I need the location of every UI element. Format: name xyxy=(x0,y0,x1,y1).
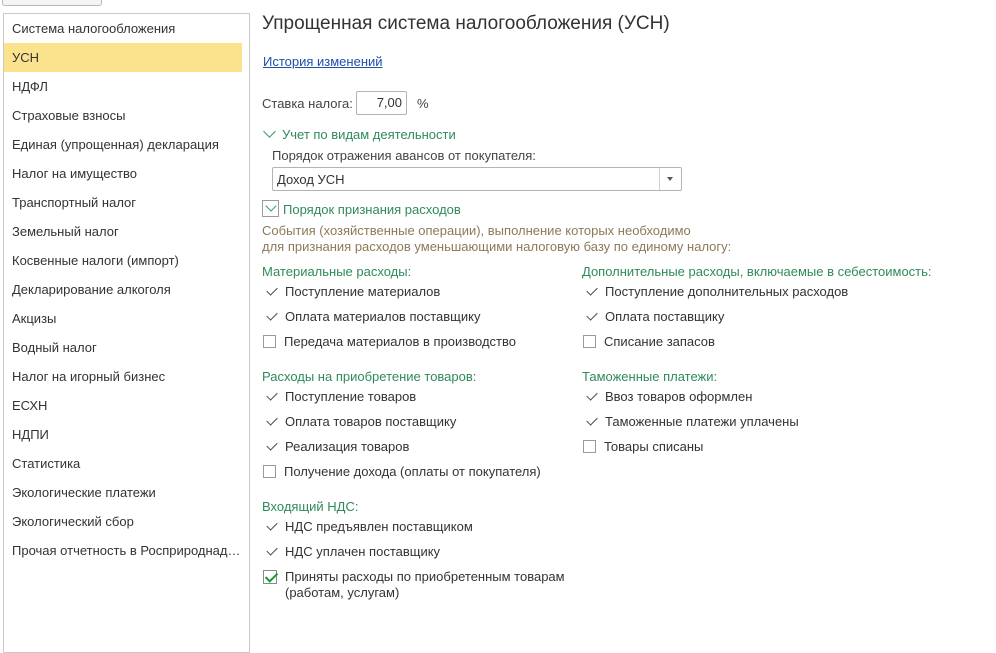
item-label-line: Приняты расходы по приобретенным товарам xyxy=(285,569,565,584)
toolbar-button-partial[interactable] xyxy=(2,0,102,6)
check-icon xyxy=(266,309,278,321)
item-label: Реализация товаров xyxy=(285,439,410,454)
vat-group-title: Входящий НДС: xyxy=(262,499,359,514)
page-title: Упрощенная система налогообложения (УСН) xyxy=(262,13,670,34)
sidebar-item-alcohol[interactable]: Декларирование алкоголя xyxy=(4,275,242,304)
sidebar-item-indirect-taxes[interactable]: Косвенные налоги (импорт) xyxy=(4,246,242,275)
check-icon xyxy=(586,414,598,426)
item-label: НДС уплачен поставщику xyxy=(285,544,441,559)
sidebar-item-gambling-tax[interactable]: Налог на игорный бизнес xyxy=(4,362,242,391)
check-icon xyxy=(266,284,278,296)
additional-item-receipt[interactable]: Поступление дополнительных расходов xyxy=(582,284,848,300)
sidebar-nav: Система налогообложения УСН НДФЛ Страхов… xyxy=(3,13,250,653)
sidebar-item-tax-system[interactable]: Система налогообложения xyxy=(4,14,242,43)
check-icon xyxy=(266,544,278,556)
advance-order-value: Доход УСН xyxy=(277,172,345,187)
expenses-description-line: для признания расходов уменьшающими нало… xyxy=(262,239,732,254)
sidebar-item-eco-fee[interactable]: Экологический сбор xyxy=(4,507,242,536)
item-label: Списание запасов xyxy=(604,334,715,349)
additional-item-payment[interactable]: Оплата поставщику xyxy=(582,309,724,325)
item-label: Ввоз товаров оформлен xyxy=(605,389,753,404)
chevron-down-icon xyxy=(263,125,276,138)
sidebar-item-ndfl[interactable]: НДФЛ xyxy=(4,72,242,101)
item-label: НДС предъявлен поставщиком xyxy=(285,519,473,534)
check-icon xyxy=(266,519,278,531)
checkbox-unchecked[interactable] xyxy=(583,335,596,348)
sidebar-item-water-tax[interactable]: Водный налог xyxy=(4,333,242,362)
additional-group-title: Дополнительные расходы, включаемые в себ… xyxy=(582,264,932,279)
material-item-transfer[interactable]: Передача материалов в производство xyxy=(262,334,516,350)
vat-item-presented[interactable]: НДС предъявлен поставщиком xyxy=(262,519,473,535)
material-item-payment[interactable]: Оплата материалов поставщику xyxy=(262,309,480,325)
goods-item-income[interactable]: Получение дохода (оплаты от покупателя) xyxy=(262,464,541,480)
item-label: Поступление дополнительных расходов xyxy=(605,284,849,299)
dropdown-button[interactable] xyxy=(659,168,681,190)
check-icon xyxy=(266,414,278,426)
check-icon xyxy=(266,389,278,401)
expenses-section-title[interactable]: Порядок признания расходов xyxy=(283,202,461,217)
check-icon xyxy=(586,284,598,296)
checkbox-checked[interactable] xyxy=(263,570,277,584)
sidebar-item-eskhn[interactable]: ЕСХН xyxy=(4,391,242,420)
item-label: Оплата поставщику xyxy=(605,309,725,324)
check-icon xyxy=(586,309,598,321)
sidebar-item-ndpi[interactable]: НДПИ xyxy=(4,420,242,449)
additional-item-writeoff[interactable]: Списание запасов xyxy=(582,334,715,350)
item-label: Передача материалов в производство xyxy=(284,334,516,349)
material-item-receipt[interactable]: Поступление материалов xyxy=(262,284,440,300)
chevron-down-icon xyxy=(265,200,277,212)
sidebar-item-property-tax[interactable]: Налог на имущество xyxy=(4,159,242,188)
sidebar-item-land-tax[interactable]: Земельный налог xyxy=(4,217,242,246)
sidebar-item-insurance[interactable]: Страховые взносы xyxy=(4,101,242,130)
activity-section-title: Учет по видам деятельности xyxy=(282,127,456,142)
item-label-line: (работам, услугам) xyxy=(285,585,400,600)
item-label: Товары списаны xyxy=(604,439,704,454)
item-label: Приняты расходы по приобретенным товарам… xyxy=(285,569,565,601)
checkbox-unchecked[interactable] xyxy=(583,440,596,453)
history-link[interactable]: История изменений xyxy=(263,54,383,69)
checkbox-unchecked[interactable] xyxy=(263,465,276,478)
sidebar-item-other-reporting[interactable]: Прочая отчетность в Росприроднадзор xyxy=(4,536,242,565)
vat-item-paid[interactable]: НДС уплачен поставщику xyxy=(262,544,440,560)
item-label: Оплата товаров поставщику xyxy=(285,414,457,429)
check-icon xyxy=(586,389,598,401)
expenses-description: События (хозяйственные операции), выполн… xyxy=(262,223,731,255)
activity-section-toggle[interactable]: Учет по видам деятельности xyxy=(262,125,456,142)
sidebar-item-excises[interactable]: Акцизы xyxy=(4,304,242,333)
tax-rate-label: Ставка налога: xyxy=(262,96,353,111)
sidebar-item-unified-declaration[interactable]: Единая (упрощенная) декларация xyxy=(4,130,242,159)
expenses-section-toggle[interactable] xyxy=(262,200,279,217)
chevron-down-icon xyxy=(667,177,673,181)
item-label: Поступление товаров xyxy=(285,389,417,404)
check-icon xyxy=(266,439,278,451)
checkbox-unchecked[interactable] xyxy=(263,335,276,348)
customs-group-title: Таможенные платежи: xyxy=(582,369,718,384)
sidebar-item-usn[interactable]: УСН xyxy=(4,43,242,72)
goods-group-title: Расходы на приобретение товаров: xyxy=(262,369,477,384)
main-panel: Упрощенная система налогообложения (УСН)… xyxy=(262,0,992,638)
sidebar-item-eco-payments[interactable]: Экологические платежи xyxy=(4,478,242,507)
expenses-description-line: События (хозяйственные операции), выполн… xyxy=(262,223,691,238)
goods-item-receipt[interactable]: Поступление товаров xyxy=(262,389,416,405)
advance-order-label: Порядок отражения авансов от покупателя: xyxy=(272,148,536,163)
item-label: Таможенные платежи уплачены xyxy=(605,414,799,429)
item-label: Оплата материалов поставщику xyxy=(285,309,481,324)
sidebar-item-statistics[interactable]: Статистика xyxy=(4,449,242,478)
vat-item-expenses-accepted[interactable]: Приняты расходы по приобретенным товарам… xyxy=(262,569,565,601)
customs-item-paid[interactable]: Таможенные платежи уплачены xyxy=(582,414,799,430)
customs-item-import[interactable]: Ввоз товаров оформлен xyxy=(582,389,752,405)
customs-item-writeoff[interactable]: Товары списаны xyxy=(582,439,703,455)
tax-rate-input[interactable]: 7,00 xyxy=(356,91,407,115)
sidebar-item-transport-tax[interactable]: Транспортный налог xyxy=(4,188,242,217)
item-label: Поступление материалов xyxy=(285,284,441,299)
item-label: Получение дохода (оплаты от покупателя) xyxy=(284,464,541,479)
tax-rate-unit: % xyxy=(417,96,429,111)
goods-item-sale[interactable]: Реализация товаров xyxy=(262,439,409,455)
advance-order-select[interactable]: Доход УСН xyxy=(272,167,682,191)
material-group-title: Материальные расходы: xyxy=(262,264,412,279)
goods-item-payment[interactable]: Оплата товаров поставщику xyxy=(262,414,456,430)
